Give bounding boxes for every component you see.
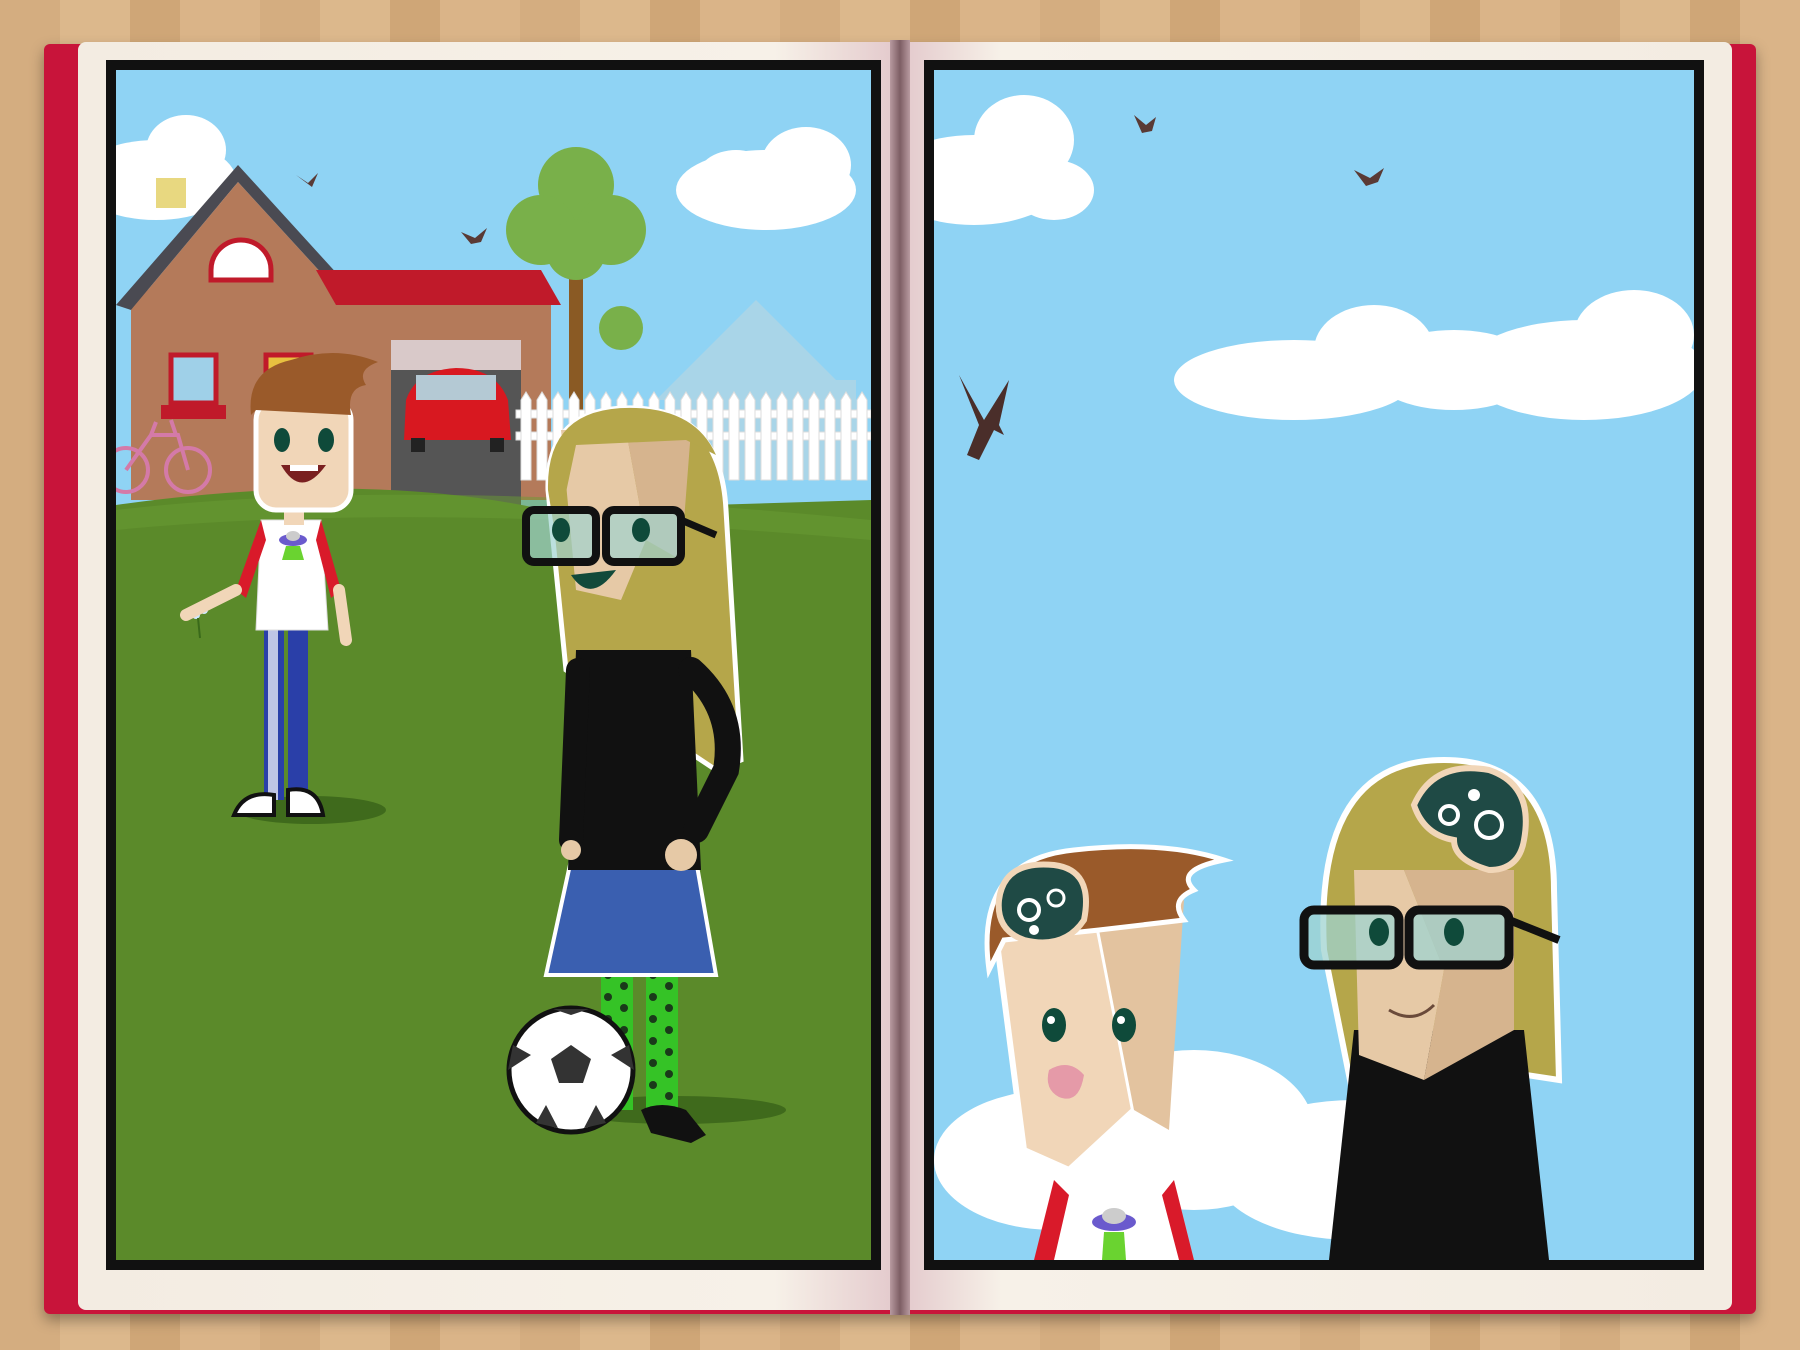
- fence-picket: [776, 391, 788, 481]
- tights-dot: [665, 1048, 673, 1056]
- right-panel[interactable]: [924, 60, 1704, 1270]
- tights-dot: [665, 1026, 673, 1034]
- fence-picket: [728, 391, 740, 481]
- girl-character-closeup: [1299, 756, 1563, 1260]
- fence-picket: [536, 391, 548, 481]
- tights-dot: [649, 1059, 657, 1067]
- tights-dot: [649, 993, 657, 1001]
- tights-dot: [649, 1081, 657, 1089]
- soccer-ball-icon[interactable]: [506, 1005, 636, 1135]
- tights-dot: [665, 1092, 673, 1100]
- tights-dot: [665, 1070, 673, 1078]
- tights-dot: [665, 982, 673, 990]
- fence-picket: [840, 391, 852, 481]
- tights-dot: [620, 982, 628, 990]
- fence-picket: [744, 391, 756, 481]
- fence-picket: [792, 391, 804, 481]
- fence-picket: [808, 391, 820, 481]
- tights-dot: [649, 1037, 657, 1045]
- sky-scene: [934, 70, 1694, 1260]
- tights-dot: [649, 1015, 657, 1023]
- left-panel[interactable]: [106, 60, 881, 1270]
- book-spine: [890, 40, 910, 1315]
- backyard-scene: [116, 70, 871, 1260]
- tights-dot: [620, 1004, 628, 1012]
- brain-gears-icon: [995, 861, 1089, 946]
- fence-picket: [760, 391, 772, 481]
- tights-dot: [604, 993, 612, 1001]
- fence-picket: [520, 391, 532, 481]
- tights-dot: [665, 1004, 673, 1012]
- fence-picket: [824, 391, 836, 481]
- fence-picket: [856, 391, 868, 481]
- car-icon: [404, 368, 511, 452]
